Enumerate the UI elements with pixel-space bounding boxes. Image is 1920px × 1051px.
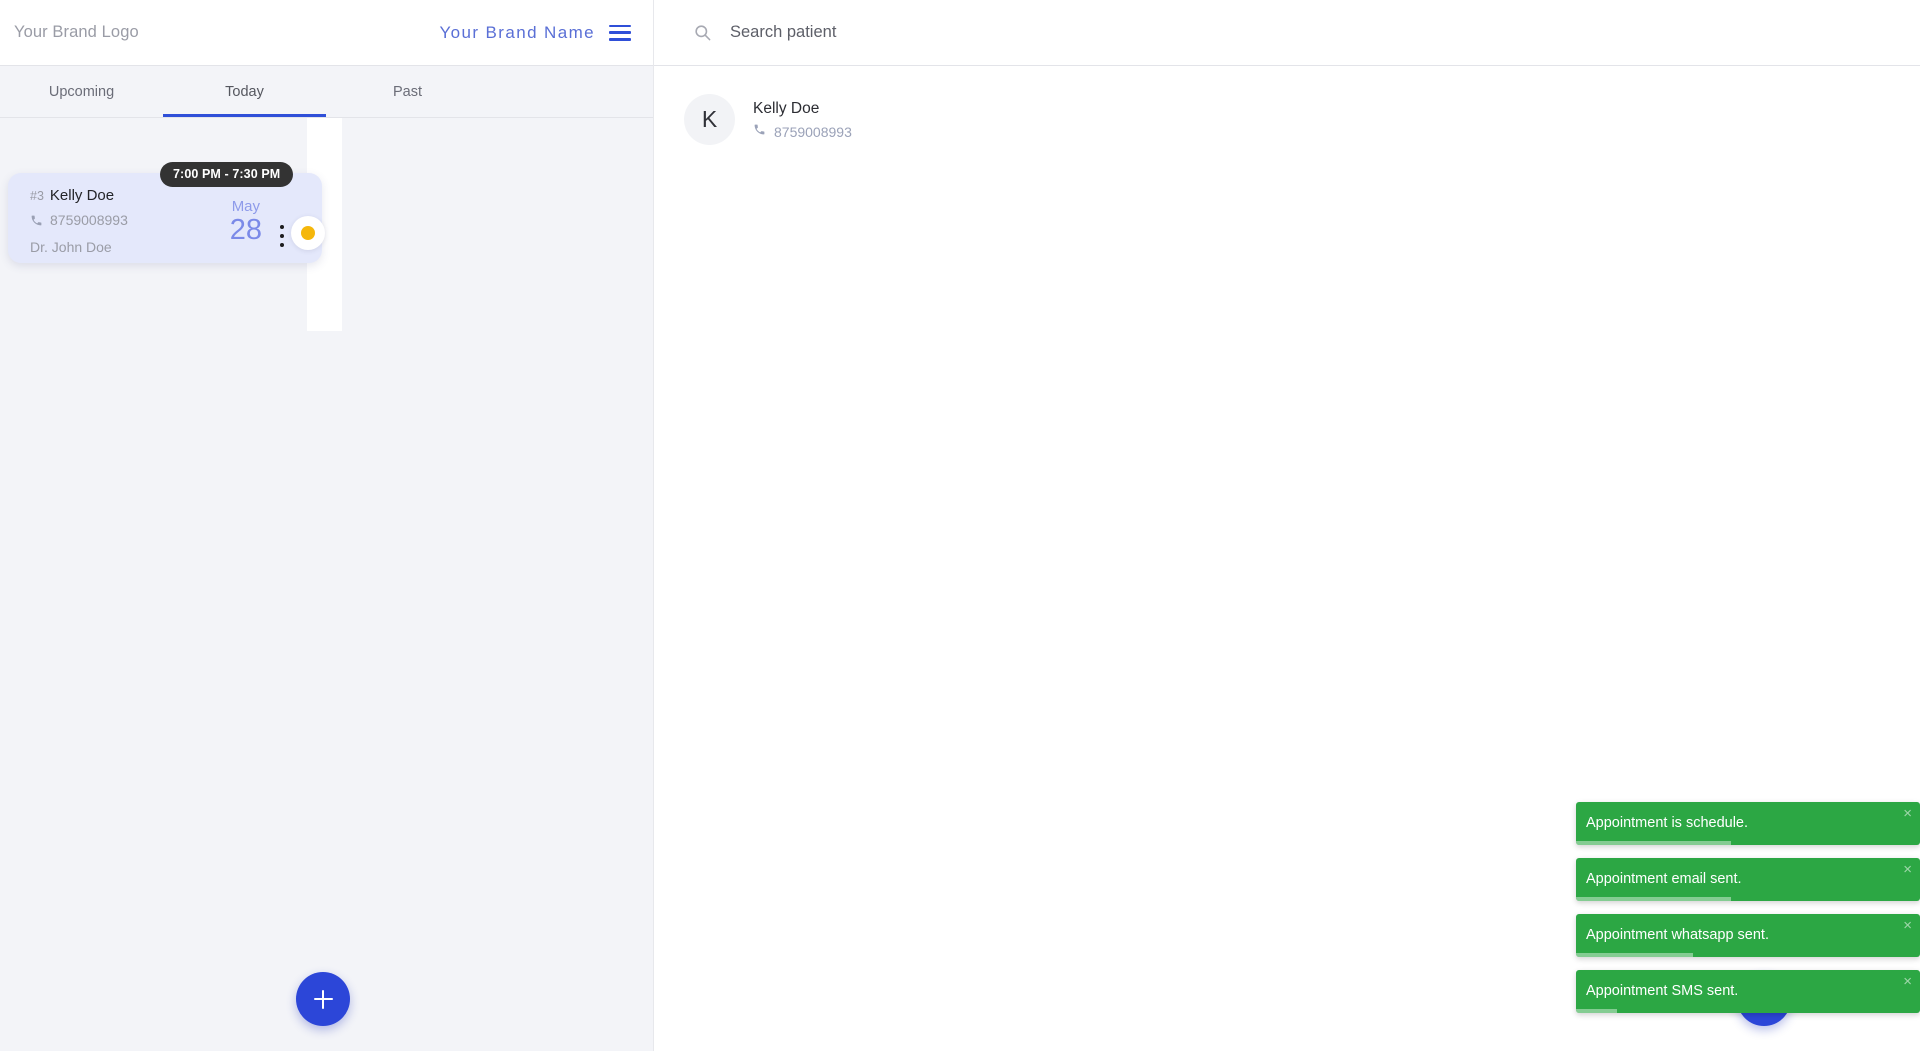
search-icon xyxy=(693,23,712,42)
close-icon[interactable]: × xyxy=(1903,974,1912,989)
appointment-card[interactable]: 7:00 PM - 7:30 PM #3 Kelly Doe 875900899… xyxy=(8,162,325,263)
toast-message: Appointment email sent. xyxy=(1586,871,1742,888)
status-dot xyxy=(301,226,315,240)
toast-progress-bar xyxy=(1576,1009,1618,1013)
hamburger-bar xyxy=(609,24,631,28)
appointment-title-row: #3 Kelly Doe xyxy=(30,187,306,204)
kebab-dot xyxy=(280,225,284,229)
hamburger-icon[interactable] xyxy=(609,24,631,41)
toast-stack: Appointment is schedule. × Appointment e… xyxy=(1576,802,1920,1013)
toast-message: Appointment SMS sent. xyxy=(1586,983,1739,1000)
kebab-dot xyxy=(280,234,284,238)
tab-past[interactable]: Past xyxy=(326,66,489,117)
appointment-number: #3 xyxy=(30,189,44,203)
toast-message: Appointment whatsapp sent. xyxy=(1586,927,1769,944)
close-icon[interactable]: × xyxy=(1903,862,1912,877)
hamburger-bar xyxy=(609,37,631,41)
patient-search-bar xyxy=(654,0,1920,66)
patient-list: K Kelly Doe 8759008993 xyxy=(654,66,1920,156)
phone-icon xyxy=(30,214,43,227)
app-root: Your Brand Logo Your Brand Name Upcoming… xyxy=(0,0,1920,1051)
patient-name: Kelly Doe xyxy=(753,99,820,117)
brand-header: Your Brand Logo Your Brand Name xyxy=(0,0,653,66)
appointment-month: May xyxy=(231,198,261,215)
patient-phone: 8759008993 xyxy=(774,124,852,141)
add-appointment-button[interactable] xyxy=(296,972,350,1026)
appointment-day: 28 xyxy=(229,214,262,246)
status-indicator[interactable] xyxy=(291,216,325,250)
tab-label: Today xyxy=(225,83,264,100)
appointment-phone-row: 8759008993 xyxy=(30,212,306,228)
appointment-patient-name: Kelly Doe xyxy=(49,187,115,204)
tab-label: Past xyxy=(392,83,422,100)
toast-progress-bar xyxy=(1576,897,1731,901)
brand-logo: Your Brand Logo xyxy=(14,23,139,41)
search-input[interactable] xyxy=(730,23,1230,42)
toast-progress-bar xyxy=(1576,841,1731,845)
tab-upcoming[interactable]: Upcoming xyxy=(0,66,163,117)
patient-details: Kelly Doe 8759008993 xyxy=(753,98,852,141)
patient-phone-row: 8759008993 xyxy=(753,123,852,141)
toast-message: Appointment is schedule. xyxy=(1586,815,1749,832)
appointment-tabs: Upcoming Today Past xyxy=(0,66,653,118)
kebab-dot xyxy=(280,243,284,247)
appointment-date: May 28 xyxy=(230,199,262,245)
appointment-time-badge: 7:00 PM - 7:30 PM xyxy=(160,162,294,187)
appointment-doctor: Dr. John Doe xyxy=(30,239,112,255)
appointments-board: 7:00 PM - 7:30 PM #3 Kelly Doe 875900899… xyxy=(0,118,653,1051)
brand-header-right: Your Brand Name xyxy=(439,23,653,43)
list-item[interactable]: K Kelly Doe 8759008993 xyxy=(654,83,1920,156)
kebab-menu-icon[interactable] xyxy=(280,225,284,247)
tab-today[interactable]: Today xyxy=(163,66,326,117)
avatar: K xyxy=(684,94,735,145)
toast-notification[interactable]: Appointment is schedule. × xyxy=(1576,802,1920,845)
phone-icon xyxy=(753,123,766,141)
close-icon[interactable]: × xyxy=(1903,806,1912,821)
hamburger-bar xyxy=(609,31,631,34)
appointment-phone: 8759008993 xyxy=(50,212,128,228)
toast-notification[interactable]: Appointment SMS sent. × xyxy=(1576,970,1920,1013)
appointments-panel: Your Brand Logo Your Brand Name Upcoming… xyxy=(0,0,653,1051)
toast-notification[interactable]: Appointment email sent. × xyxy=(1576,858,1920,901)
toast-progress-bar xyxy=(1576,953,1693,957)
toast-notification[interactable]: Appointment whatsapp sent. × xyxy=(1576,914,1920,957)
brand-name: Your Brand Name xyxy=(439,22,595,42)
tab-label: Upcoming xyxy=(48,83,115,100)
close-icon[interactable]: × xyxy=(1903,918,1912,933)
patients-panel: K Kelly Doe 8759008993 Appointment is sc… xyxy=(653,0,1920,1051)
